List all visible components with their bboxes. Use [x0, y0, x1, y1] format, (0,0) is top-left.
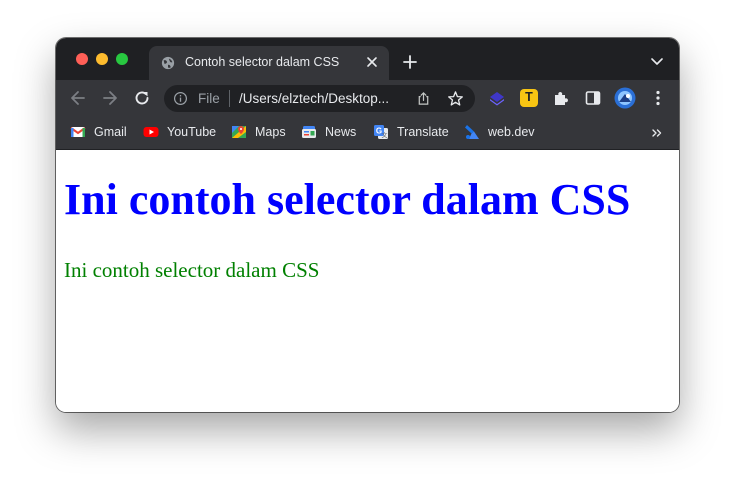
- arrow-left-icon[interactable]: [68, 88, 88, 108]
- t-extension-icon[interactable]: T: [520, 89, 538, 107]
- double-chevron-icon[interactable]: [651, 127, 663, 139]
- tab-title: Contoh selector dalam CSS: [185, 55, 340, 69]
- page-heading: Ini contoh selector dalam CSS: [64, 175, 631, 224]
- arrow-right-icon[interactable]: [100, 88, 120, 108]
- news-icon: [302, 126, 316, 138]
- bookmark-news[interactable]: News: [301, 123, 356, 141]
- url-scheme-label: File: [198, 91, 220, 106]
- translate-icon: G 文: [374, 125, 388, 140]
- webdev-icon: [465, 125, 479, 139]
- bookmark-label: YouTube: [167, 125, 217, 139]
- minimize-window-button[interactable]: [96, 53, 108, 65]
- layers-extension-icon[interactable]: [488, 89, 506, 107]
- chevron-down-icon[interactable]: [651, 57, 663, 67]
- profile-avatar[interactable]: [614, 87, 636, 109]
- fullscreen-window-button[interactable]: [116, 53, 128, 65]
- reload-icon[interactable]: [132, 88, 152, 108]
- url-separator: [229, 90, 230, 107]
- close-icon[interactable]: [365, 55, 379, 69]
- address-bar[interactable]: File /Users/elztech/Desktop...: [164, 85, 475, 112]
- close-window-button[interactable]: [76, 53, 88, 65]
- star-icon[interactable]: [447, 90, 464, 107]
- youtube-icon: [143, 127, 159, 137]
- browser-tab[interactable]: Contoh selector dalam CSS: [149, 46, 389, 80]
- plus-icon[interactable]: [403, 55, 417, 69]
- browser-toolbar: File /Users/elztech/Desktop... T: [56, 80, 679, 116]
- bookmark-label: Gmail: [94, 125, 127, 139]
- gmail-icon: [70, 127, 86, 137]
- bookmarks-bar: Gmail YouTube Maps News G 文 Translate we…: [56, 116, 679, 150]
- page-paragraph: Ini contoh selector dalam CSS: [64, 258, 320, 282]
- svg-text:文: 文: [381, 132, 387, 140]
- bookmark-label: Translate: [397, 125, 449, 139]
- tab-strip: Contoh selector dalam CSS: [56, 38, 679, 80]
- globe-icon: [161, 56, 175, 70]
- puzzle-icon[interactable]: [552, 89, 570, 107]
- browser-window: Contoh selector dalam CSS File /Users/el…: [56, 38, 679, 412]
- share-icon[interactable]: [416, 91, 431, 106]
- t-extension-letter: T: [525, 90, 533, 104]
- bookmark-label: Maps: [255, 125, 286, 139]
- side-panel-icon[interactable]: [584, 89, 602, 107]
- more-vert-icon[interactable]: [649, 89, 667, 107]
- bookmark-label: News: [325, 125, 357, 139]
- bookmark-maps[interactable]: Maps: [231, 123, 286, 141]
- bookmark-translate[interactable]: G 文 Translate: [373, 123, 449, 141]
- url-text[interactable]: /Users/elztech/Desktop...: [239, 91, 389, 106]
- bookmark-gmail[interactable]: Gmail: [70, 123, 127, 141]
- bookmark-label: web.dev: [488, 125, 535, 139]
- maps-icon: [232, 126, 246, 138]
- bookmark-youtube[interactable]: YouTube: [143, 123, 216, 141]
- info-icon[interactable]: [173, 91, 188, 106]
- bookmark-webdev[interactable]: web.dev: [464, 123, 535, 141]
- page-viewport: Ini contoh selector dalam CSS Ini contoh…: [56, 150, 679, 412]
